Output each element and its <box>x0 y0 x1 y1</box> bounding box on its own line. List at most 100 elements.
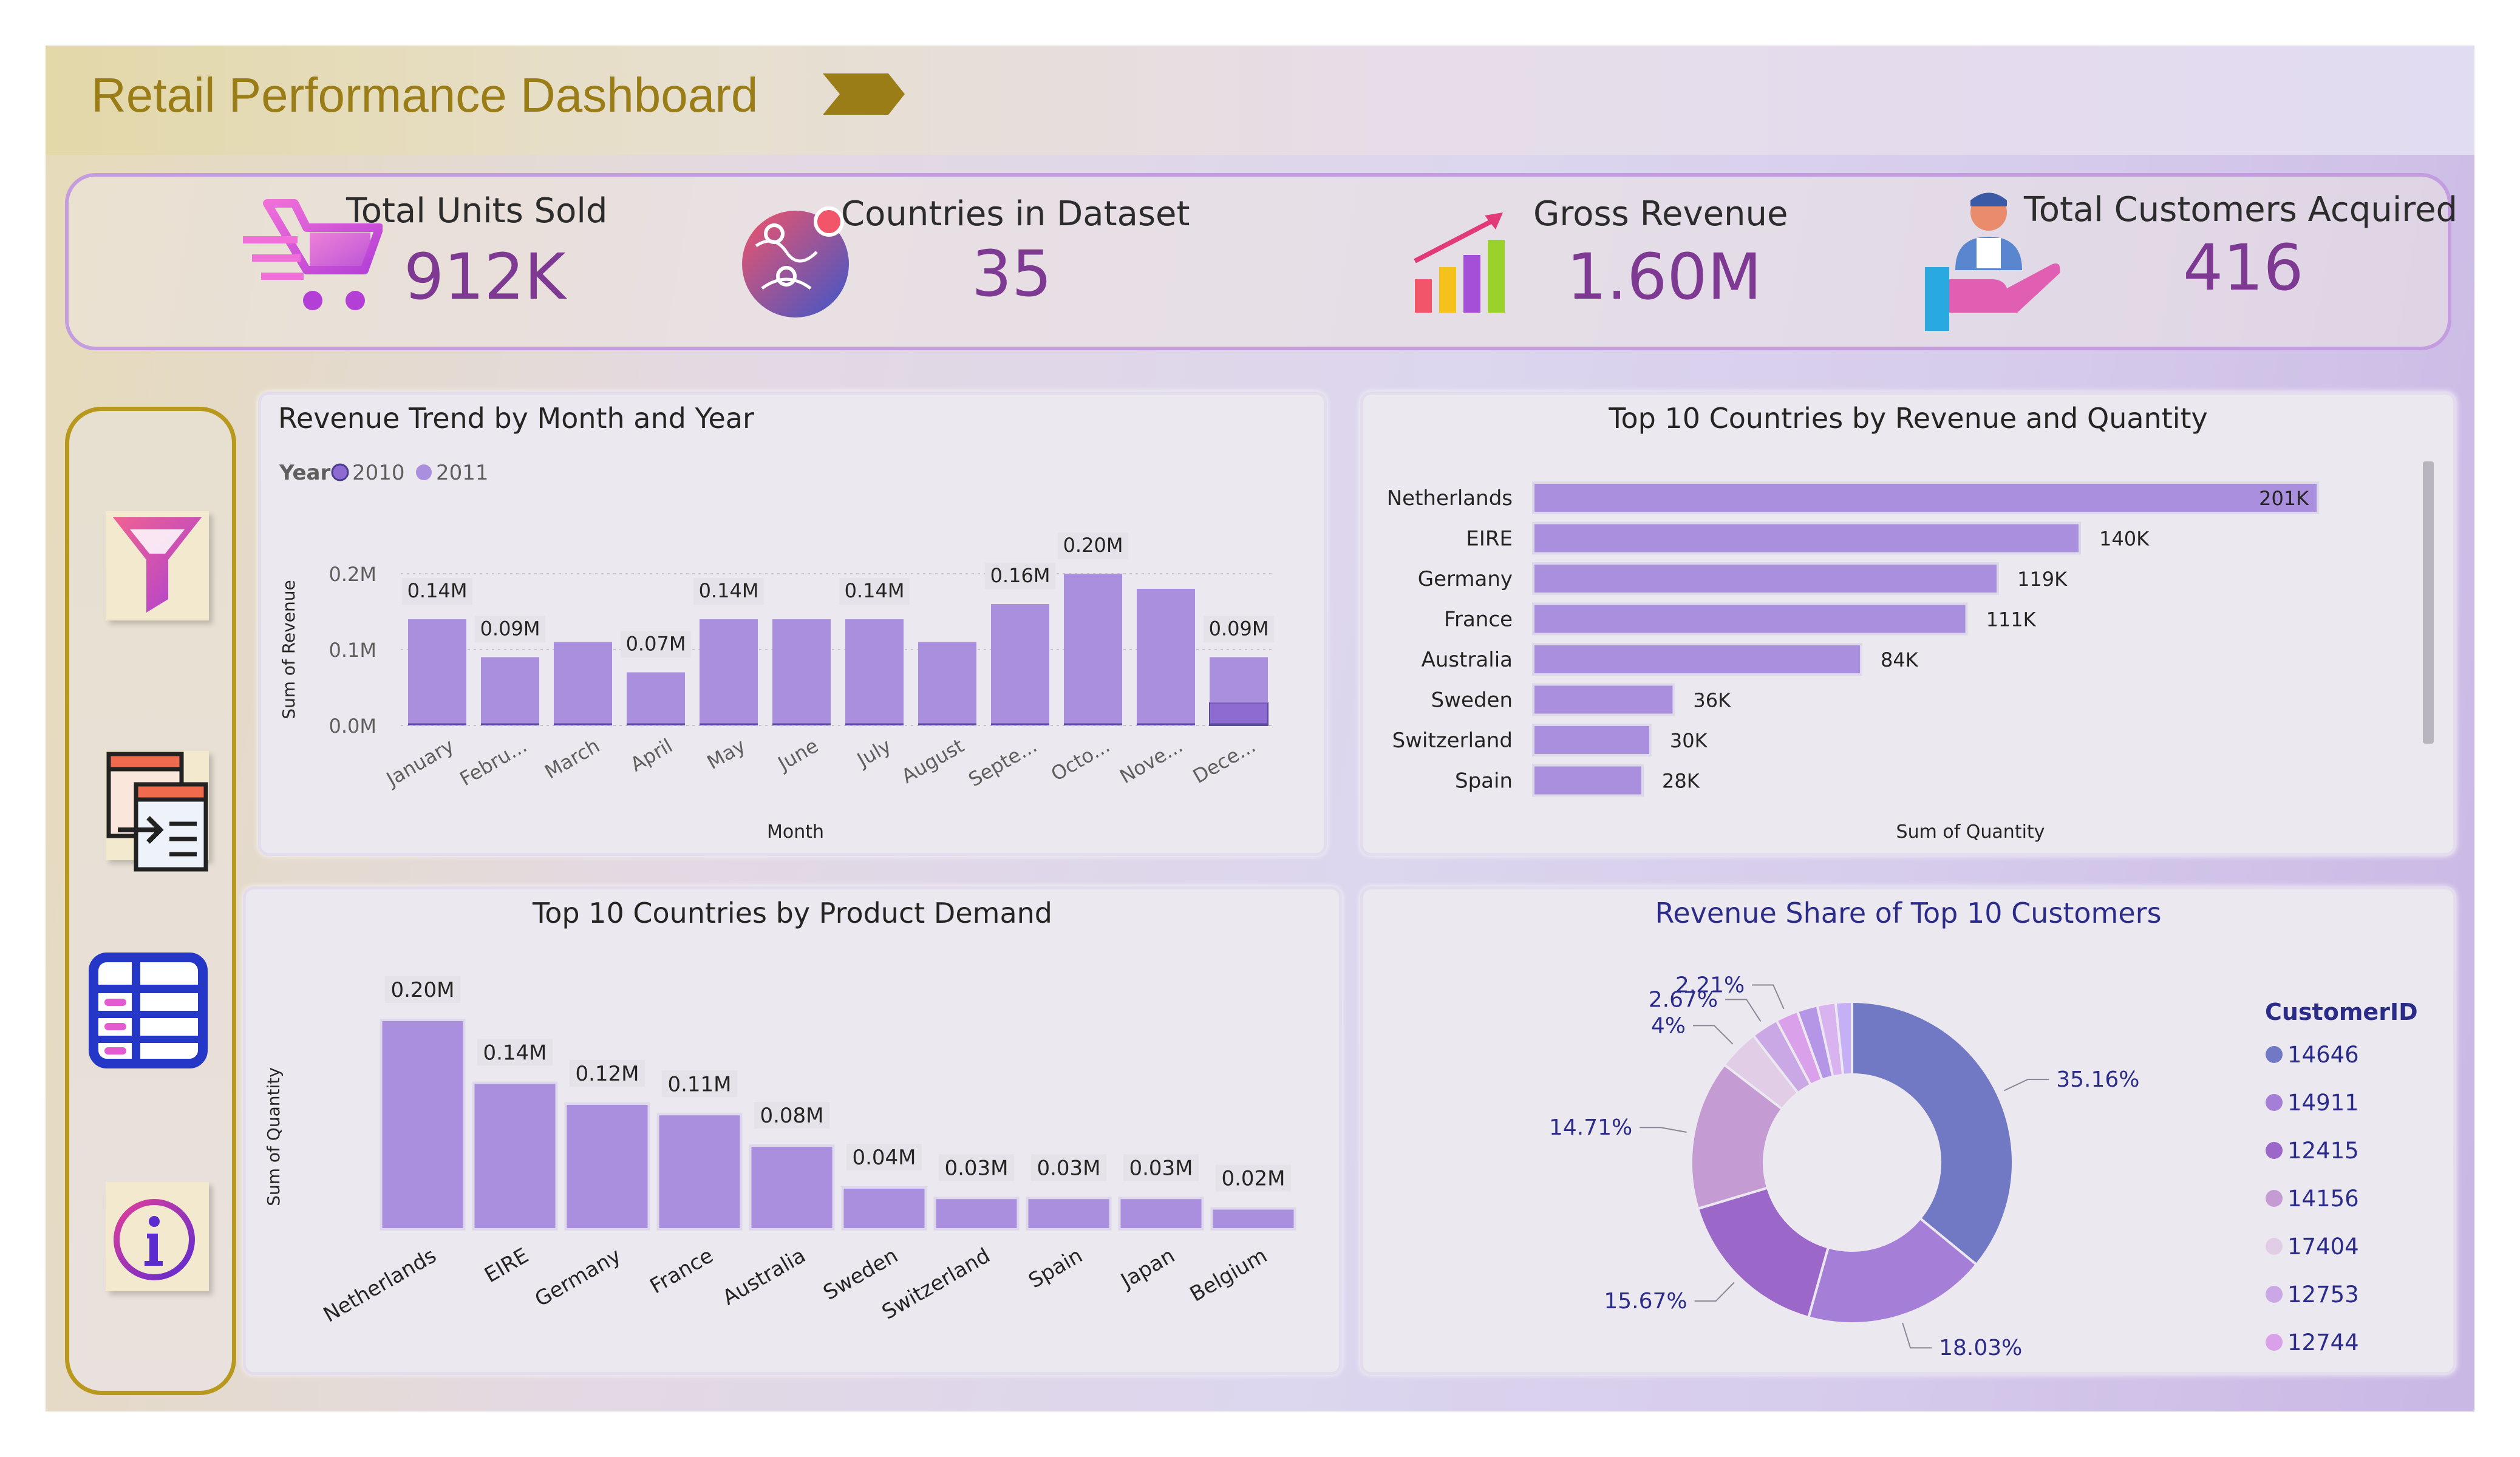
data-label: 2.21% <box>1675 973 1745 998</box>
y-tick-label: Netherlands <box>1387 486 1513 511</box>
bar <box>1137 589 1195 725</box>
data-label: 4% <box>1651 1013 1686 1038</box>
x-axis-title: Month <box>767 821 824 843</box>
kpi-customers-value: 416 <box>2183 231 2304 305</box>
kpi-customers-label: Total Customers Acquired <box>2024 190 2458 229</box>
x-tick-label: May <box>703 734 749 774</box>
legend-label: 14646 <box>2287 1042 2359 1068</box>
data-label: 0.09M <box>1209 617 1269 640</box>
growth-chart-icon <box>1414 212 1505 313</box>
y-axis-title: Sum of Revenue <box>279 580 299 719</box>
data-label: 0.11M <box>667 1072 731 1096</box>
x-tick-label: Octo... <box>1047 734 1114 786</box>
legend-marker <box>2266 1286 2283 1303</box>
bar <box>380 1019 466 1231</box>
data-label: 0.07M <box>626 633 686 656</box>
header-bar: Retail Performance Dashboard <box>46 46 2474 155</box>
data-label: 0.20M <box>1063 534 1123 557</box>
legend-marker <box>2266 1238 2283 1255</box>
x-tick-label: France <box>646 1243 718 1299</box>
data-label: 35.16% <box>2056 1067 2139 1092</box>
filter-button[interactable] <box>106 511 209 620</box>
y-tick-label: Switzerland <box>1392 728 1513 753</box>
bar <box>472 1081 558 1231</box>
bar <box>1210 1207 1296 1231</box>
bar <box>1532 764 1644 797</box>
table-button[interactable] <box>87 951 209 1073</box>
data-label: 15.67% <box>1604 1289 1687 1314</box>
donut-slice <box>1851 1000 2014 1266</box>
data-label: 201K <box>2259 487 2309 510</box>
x-tick-label: July <box>852 734 895 772</box>
bar <box>1209 702 1269 726</box>
bar <box>991 604 1049 725</box>
data-label: 30K <box>1670 729 1708 752</box>
bar <box>1532 643 1862 676</box>
leader-line <box>1725 999 1762 1022</box>
y-tick-label: 0.1M <box>329 639 377 662</box>
data-label: 0.20M <box>390 978 454 1002</box>
y-tick-label: 0.0M <box>329 715 377 738</box>
legend-label: 14911 <box>2287 1090 2359 1116</box>
bar <box>841 1186 927 1231</box>
customer-share-chart: 35.16%18.03%15.67%14.71%4%2.67%2.21%Cust… <box>1549 973 2418 1361</box>
bar <box>1064 574 1122 725</box>
x-tick-label: Sweden <box>819 1243 902 1305</box>
y-axis-title: Sum of Quantity <box>264 1067 284 1206</box>
chevron-right-icon[interactable] <box>817 70 908 118</box>
x-tick-label: Dece... <box>1189 734 1259 788</box>
bar <box>1532 724 1652 756</box>
sidebar <box>65 407 236 1395</box>
data-label: 84K <box>1881 648 1919 671</box>
export-icon <box>106 752 208 872</box>
data-label: 0.16M <box>990 564 1051 587</box>
legend-marker <box>2266 1190 2283 1207</box>
bar <box>1210 657 1268 703</box>
legend-marker <box>331 463 349 481</box>
scrollbar[interactable] <box>2423 461 2434 744</box>
legend-title: CustomerID <box>2265 999 2418 1025</box>
y-tick-label: Australia <box>1422 648 1513 672</box>
x-tick-label: Febru... <box>456 734 531 790</box>
bar <box>933 1197 1020 1231</box>
x-tick-label: Belgium <box>1186 1243 1272 1306</box>
x-tick-label: Australia <box>718 1243 809 1310</box>
bar <box>564 1102 650 1231</box>
x-tick-label: March <box>541 734 604 784</box>
x-tick-label: Spain <box>1024 1243 1086 1293</box>
bar <box>772 619 831 725</box>
leader-line <box>1693 1025 1734 1045</box>
legend-label: 12753 <box>2287 1282 2359 1308</box>
leader-line <box>1694 1282 1735 1302</box>
y-tick-label: Sweden <box>1431 688 1513 713</box>
data-label: 18.03% <box>1939 1336 2022 1360</box>
export-button[interactable] <box>106 751 209 872</box>
y-tick-label: EIRE <box>1466 527 1513 551</box>
leader-line <box>1640 1127 1687 1133</box>
kpi-countries-value: 35 <box>972 237 1052 311</box>
bar <box>1532 481 2320 514</box>
dashboard-canvas: Retail Performance Dashboard Total Units… <box>46 46 2474 1411</box>
x-tick-label: April <box>627 734 676 776</box>
data-label: 0.04M <box>852 1146 916 1170</box>
x-axis-title: Sum of Quantity <box>1896 821 2045 843</box>
data-label: 0.14M <box>407 579 468 602</box>
top-countries-chart: Netherlands 201K EIRE 140K Germany 119K France… <box>1387 481 2320 843</box>
x-tick-label: Nove... <box>1115 734 1187 788</box>
bar <box>656 1113 743 1231</box>
info-icon <box>114 1199 195 1280</box>
kpi-revenue-value: 1.60M <box>1567 240 1762 314</box>
page-title: Retail Performance Dashboard <box>91 68 758 122</box>
data-label: 0.03M <box>1129 1156 1193 1180</box>
x-tick-label: June <box>773 734 822 776</box>
legend-marker <box>2266 1094 2283 1111</box>
y-tick-label: 0.2M <box>329 563 377 586</box>
bar <box>1532 602 1968 636</box>
info-button[interactable] <box>106 1182 209 1291</box>
legend-marker <box>2266 1046 2283 1063</box>
bar <box>700 619 758 725</box>
legend-title: Year <box>279 461 331 485</box>
bar <box>1118 1197 1204 1231</box>
x-tick-label: Septe... <box>964 734 1041 791</box>
data-label: 0.09M <box>480 617 540 640</box>
